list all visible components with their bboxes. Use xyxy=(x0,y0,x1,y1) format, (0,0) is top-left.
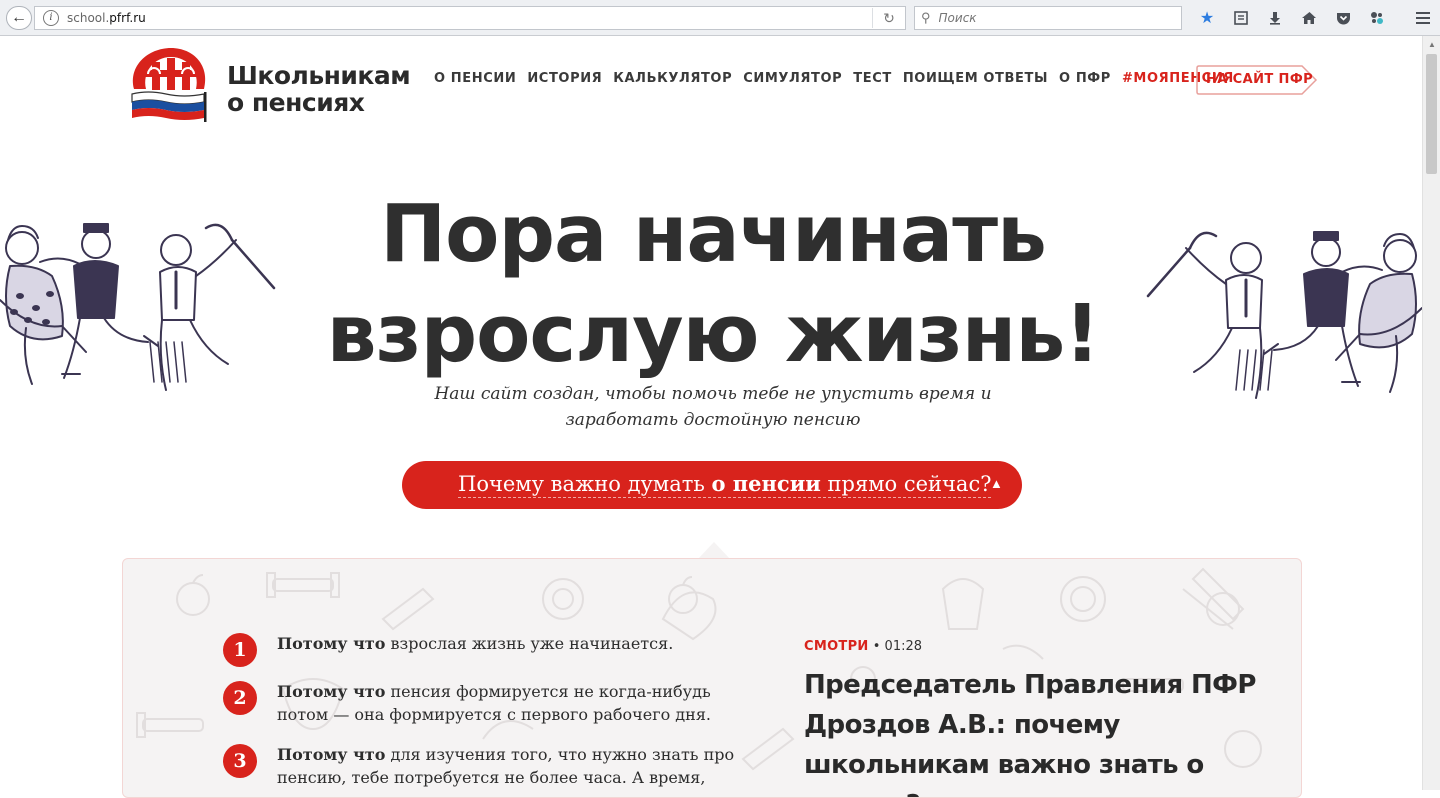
brand-line-2: о пенсиях xyxy=(227,88,365,117)
nav-item-simulator[interactable]: СИМУЛЯТОР xyxy=(743,71,842,86)
caret-up-icon: ▲ xyxy=(990,476,1003,491)
reason-item-2: 2 Потому что пенсия формируется не когда… xyxy=(223,681,757,726)
nav-item-calculator[interactable]: КАЛЬКУЛЯТОР xyxy=(613,71,732,86)
reason-text: Потому что пенсия формируется не когда-н… xyxy=(277,682,711,724)
meta-separator: • xyxy=(868,639,885,654)
scroll-up-icon[interactable]: ▲ xyxy=(1425,40,1439,52)
pfr-site-button[interactable]: НА САЙТ ПФР xyxy=(1196,65,1318,95)
bookmarks-list-icon[interactable] xyxy=(1224,6,1258,30)
video-duration: 01:28 xyxy=(884,639,923,654)
site-brand[interactable]: Школьникам о пенсиях xyxy=(227,61,411,117)
brand-line-1: Школьникам xyxy=(227,61,411,90)
bookmark-star-icon[interactable]: ★ xyxy=(1190,6,1224,30)
nav-item-answers[interactable]: ПОИЩЕМ ОТВЕТЫ xyxy=(903,71,1048,86)
extension-icon[interactable] xyxy=(1360,6,1394,30)
pfr-logo[interactable] xyxy=(126,44,216,126)
search-icon: ⚲ xyxy=(921,10,931,25)
hashtag-prefix: #МОЯ xyxy=(1121,71,1170,86)
reason-number: 2 xyxy=(223,681,257,715)
pocket-icon[interactable] xyxy=(1326,6,1360,30)
reasons-panel: 1 Потому что взрослая жизнь уже начинает… xyxy=(122,558,1302,798)
arrow-left-icon: ← xyxy=(11,9,27,26)
scroll-thumb[interactable] xyxy=(1426,54,1437,174)
menu-icon[interactable] xyxy=(1406,6,1440,30)
url-text: school.pfrf.ru xyxy=(67,11,146,25)
info-icon[interactable]: i xyxy=(43,10,59,26)
reload-icon[interactable]: ↻ xyxy=(872,8,899,28)
hero-subtitle: Наш сайт создан, чтобы помочь тебе не уп… xyxy=(400,381,1026,433)
hero-title-line-1: Пора начинать xyxy=(380,188,1047,280)
back-button[interactable]: ← xyxy=(6,6,32,30)
dancing-pensioners-illustration xyxy=(0,223,276,391)
search-input[interactable] xyxy=(936,10,1161,26)
address-bar[interactable]: i school.pfrf.ru ↻ xyxy=(34,6,906,30)
download-icon[interactable] xyxy=(1258,6,1292,30)
reason-number: 1 xyxy=(223,633,257,667)
search-bar[interactable]: ⚲ xyxy=(914,6,1182,30)
hero-title-line-2: взрослую жизнь! xyxy=(326,288,1101,380)
dancing-pensioners-illustration-mirrored xyxy=(1146,231,1422,399)
nav-item-test[interactable]: ТЕСТ xyxy=(853,71,892,86)
nav-item-history[interactable]: ИСТОРИЯ xyxy=(527,71,602,86)
watch-label: СМОТРИ xyxy=(804,639,869,654)
pfr-site-label: НА САЙТ ПФР xyxy=(1206,72,1314,87)
hero-subtitle-line-2: заработать достойную пенсию xyxy=(565,410,861,430)
reason-item-1: 1 Потому что взрослая жизнь уже начинает… xyxy=(223,633,757,667)
hero-subtitle-line-1: Наш сайт создан, чтобы помочь тебе не уп… xyxy=(434,384,992,404)
hero-title: Пора начинать взрослую жизнь! xyxy=(300,184,1126,384)
cta-label: Почему важно думать о пенсии прямо сейча… xyxy=(458,471,992,498)
home-icon[interactable] xyxy=(1292,6,1326,30)
reason-text: Потому что взрослая жизнь уже начинается… xyxy=(277,634,674,653)
video-title-link[interactable]: Председатель Правления ПФР Дроздов А.В.:… xyxy=(804,665,1274,797)
browser-toolbar: ← i school.pfrf.ru ↻ ⚲ ★ xyxy=(0,0,1440,36)
panel-pointer xyxy=(698,542,730,559)
main-nav: О ПЕНСИИ ИСТОРИЯ КАЛЬКУЛЯТОР СИМУЛЯТОР Т… xyxy=(434,71,1256,86)
why-pension-toggle-button[interactable]: Почему важно думать о пенсии прямо сейча… xyxy=(402,461,1022,509)
video-meta: СМОТРИ • 01:28 xyxy=(804,639,922,654)
reason-number: 3 xyxy=(223,744,257,778)
nav-item-about-pension[interactable]: О ПЕНСИИ xyxy=(434,71,516,86)
nav-item-about-pfr[interactable]: О ПФР xyxy=(1059,71,1111,86)
page-scrollbar[interactable]: ▲ xyxy=(1422,36,1440,790)
